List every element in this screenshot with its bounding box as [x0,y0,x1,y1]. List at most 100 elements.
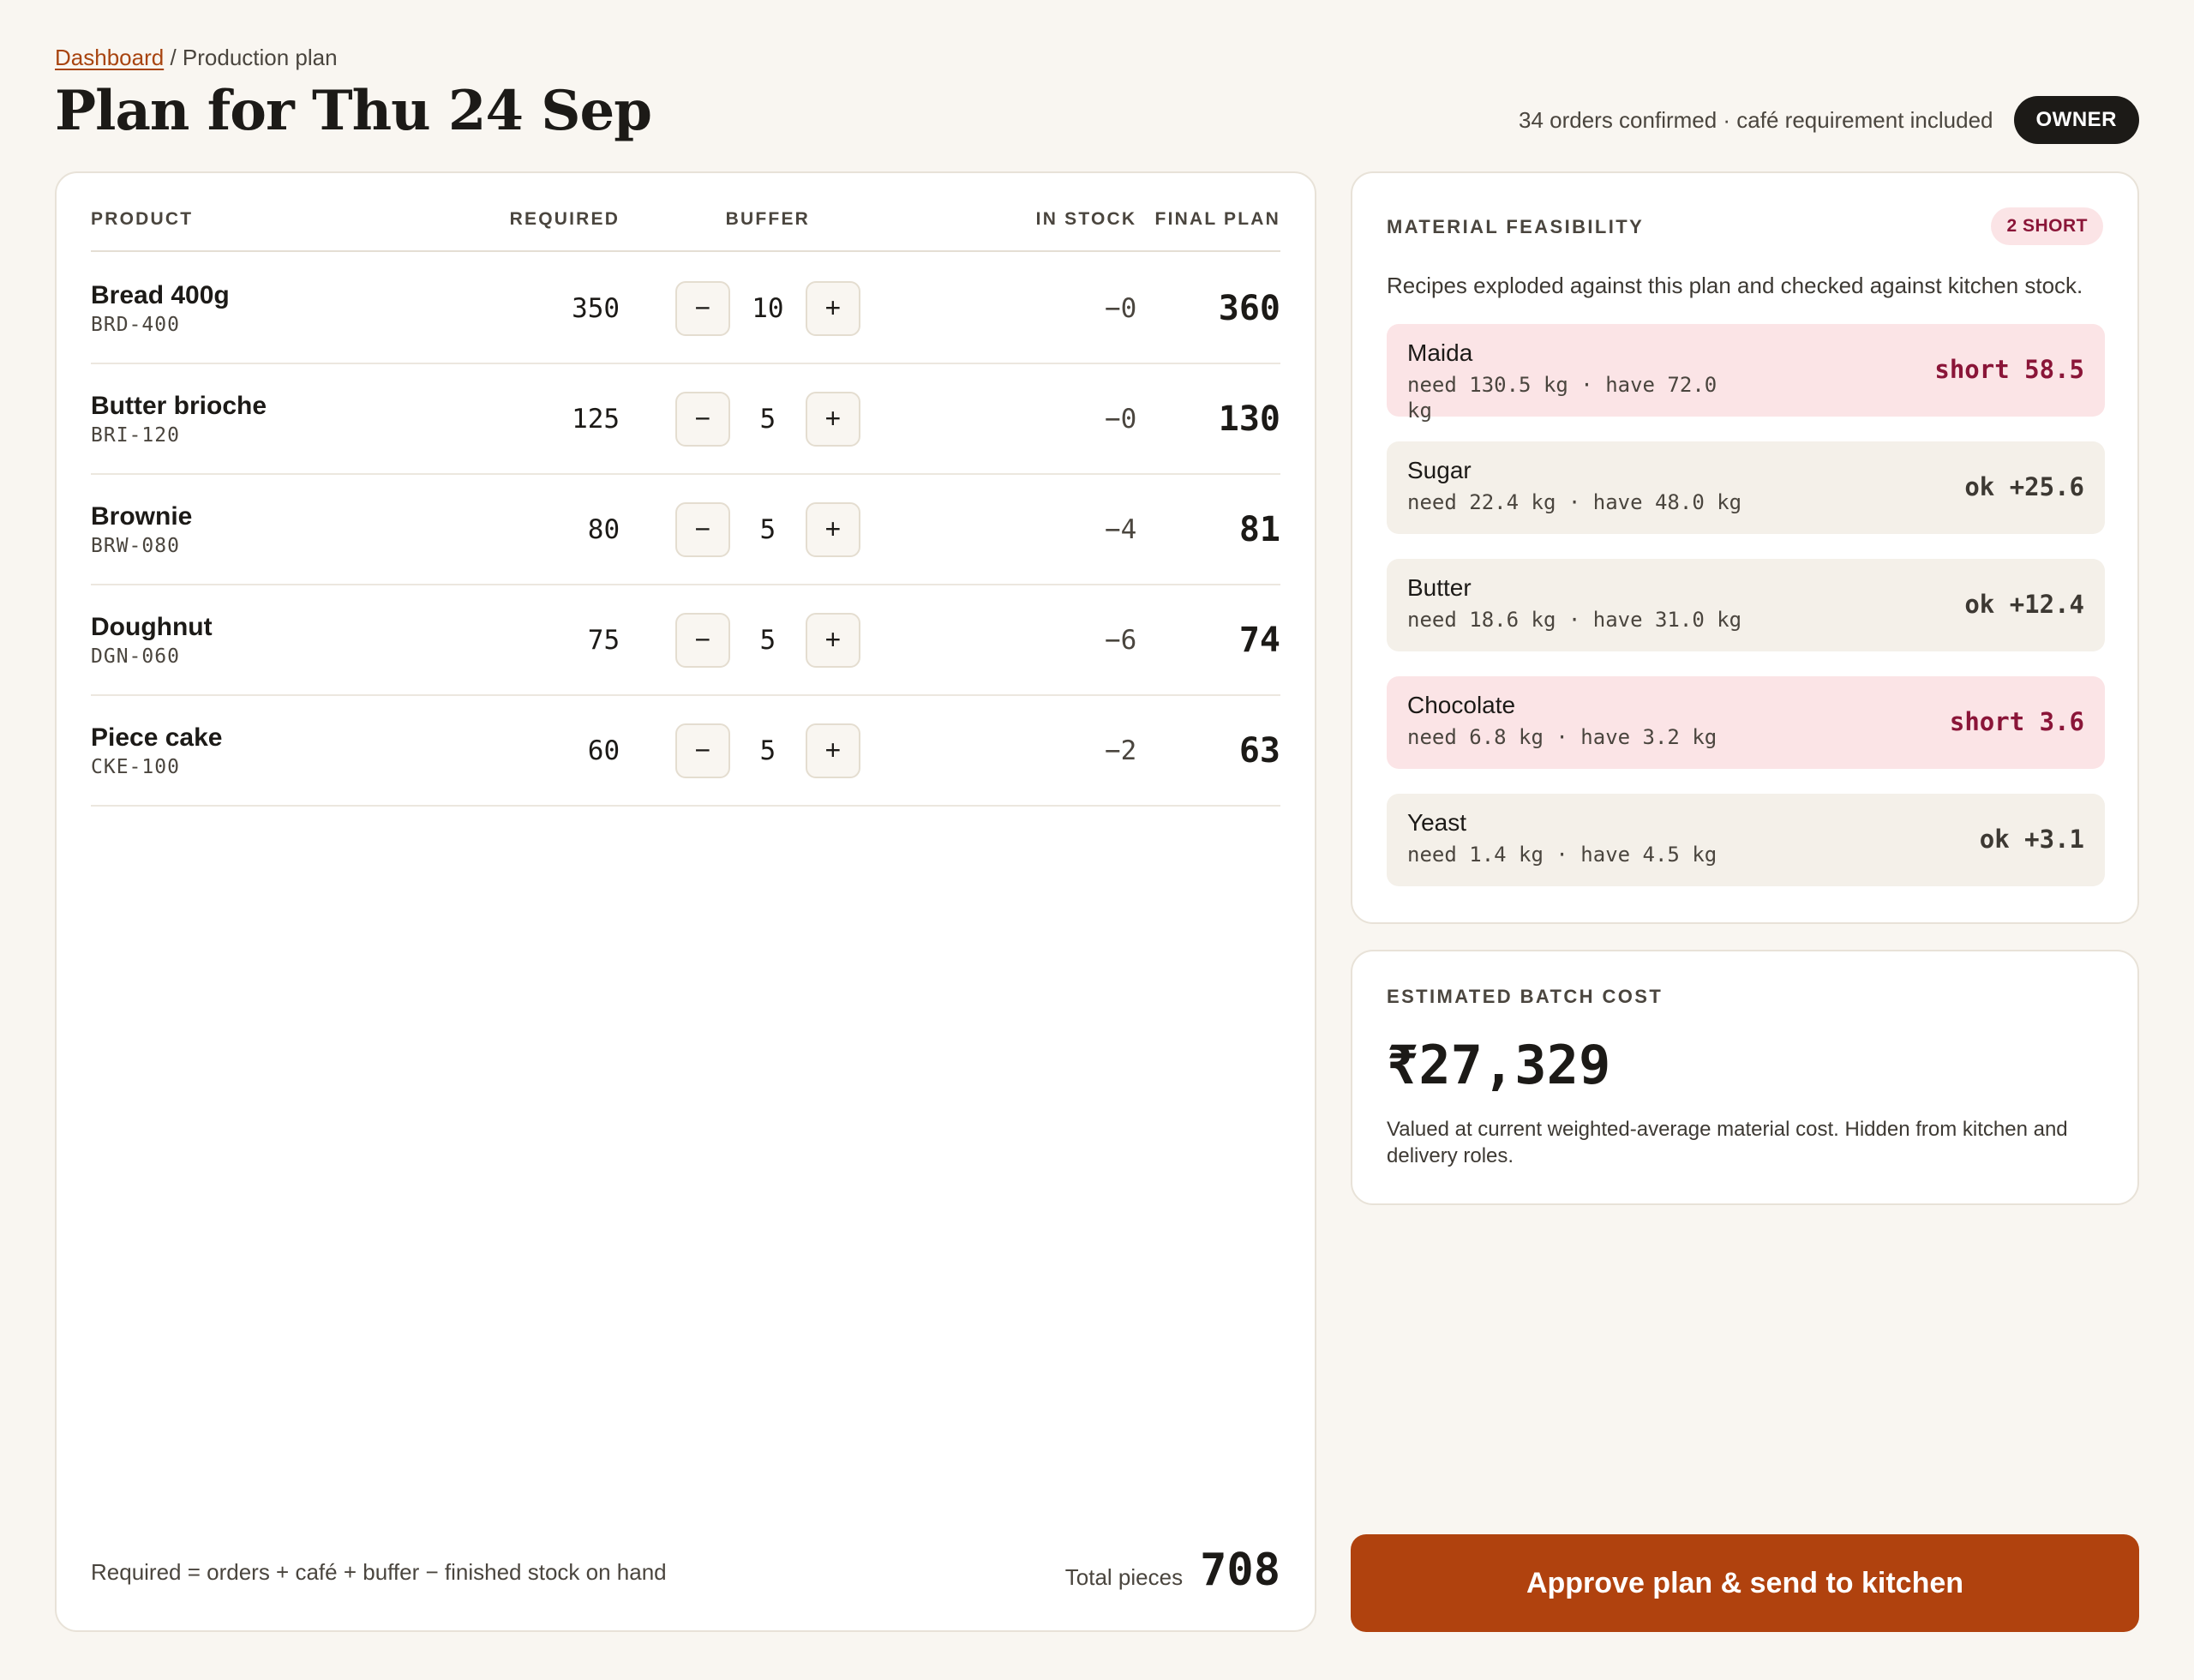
buffer-value: 5 [759,513,776,545]
material-detail: need 22.4 kg · have 48.0 kg [1407,490,1742,514]
material-status: ok +12.4 [1964,590,2084,619]
plan-table-card: PRODUCT REQUIRED BUFFER IN STOCK FINAL P… [55,171,1316,1632]
buffer-value: 5 [759,735,776,766]
table-row: Bread 400g BRD-400 350 − 10 + −0 360 [91,254,1280,364]
table-header: PRODUCT REQUIRED BUFFER IN STOCK FINAL P… [91,209,1280,252]
material-status: short 58.5 [1934,355,2084,384]
material-detail: need 6.8 kg · have 3.2 kg [1407,725,1717,749]
product-cell: Piece cake CKE-100 [91,723,467,778]
table-row: Butter brioche BRI-120 125 − 5 + −0 130 [91,364,1280,475]
material-item: Yeast need 1.4 kg · have 4.5 kg ok +3.1 [1387,794,2105,886]
buffer-stepper: − 5 + [620,723,916,778]
header-buffer: BUFFER [725,209,811,229]
buffer-decrement-button[interactable]: − [674,501,730,557]
buffer-stepper: − 10 + [620,280,916,336]
plan-meta: 34 orders confirmed · café requirement i… [1519,96,2139,144]
buffer-value: 10 [752,292,784,324]
buffer-cell: − 5 + [620,501,916,557]
product-sku: BRW-080 [91,534,180,557]
in-stock-value: −4 [1104,513,1137,545]
buffer-increment-button[interactable]: + [805,280,860,336]
final-plan-value: 63 [1238,730,1280,771]
material-name: Chocolate [1407,692,1516,718]
feasibility-title: MATERIAL FEASIBILITY [1387,216,1645,237]
final-plan-value: 130 [1218,399,1280,439]
product-cell: Bread 400g BRD-400 [91,281,467,336]
batch-cost-title: ESTIMATED BATCH COST [1387,986,1663,1007]
buffer-value: 5 [759,624,776,656]
table-row: Doughnut DGN-060 75 − 5 + −6 74 [91,585,1280,696]
required-value: 60 [587,735,620,766]
breadcrumb-dashboard-link[interactable]: Dashboard [55,45,164,70]
plan-summary: 34 orders confirmed · café requirement i… [1518,106,1993,133]
buffer-decrement-button[interactable]: − [674,391,730,447]
batch-cost-card: ESTIMATED BATCH COST ₹27,329 Valued at c… [1351,950,2139,1205]
batch-cost-note: Valued at current weighted-average mater… [1387,1118,2068,1167]
required-formula-note: Required = orders + café + buffer − fini… [91,1559,667,1585]
final-plan-value: 74 [1238,620,1280,660]
product-cell: Brownie BRW-080 [91,502,467,557]
product-name: Doughnut [91,612,213,641]
material-feasibility-card: MATERIAL FEASIBILITY 2 SHORT Recipes exp… [1351,171,2139,924]
material-status: short 3.6 [1949,707,2084,736]
product-name: Bread 400g [91,280,230,309]
buffer-decrement-button[interactable]: − [674,612,730,668]
required-value: 75 [587,624,620,656]
material-name: Butter [1407,574,1472,601]
product-sku: BRD-400 [91,313,180,336]
buffer-cell: − 5 + [620,723,916,778]
buffer-decrement-button[interactable]: − [674,723,730,778]
table-row: Brownie BRW-080 80 − 5 + −4 81 [91,475,1280,585]
material-detail: need 130.5 kg · have 72.0 kg [1407,373,1717,423]
buffer-cell: − 5 + [620,391,916,447]
page-title: Plan for Thu 24 Sep [55,79,652,143]
header-product: PRODUCT [91,209,194,229]
breadcrumb: Dashboard / Production plan [55,45,338,71]
total-pieces-label: Total pieces [1064,1564,1184,1590]
product-name: Brownie [91,501,193,531]
material-name: Yeast [1407,809,1467,836]
buffer-increment-button[interactable]: + [805,501,860,557]
buffer-stepper: − 5 + [620,391,916,447]
material-detail: need 1.4 kg · have 4.5 kg [1407,843,1717,867]
buffer-stepper: − 5 + [620,501,916,557]
required-value: 80 [587,513,620,545]
product-name: Butter brioche [91,391,267,420]
in-stock-value: −0 [1104,403,1137,435]
product-sku: DGN-060 [91,645,180,668]
material-status: ok +3.1 [1979,825,2084,854]
table-row: Piece cake CKE-100 60 − 5 + −2 63 [91,696,1280,807]
material-status: ok +25.6 [1964,472,2084,501]
required-value: 350 [572,292,620,324]
buffer-cell: − 5 + [620,612,916,668]
required-value: 125 [572,403,620,435]
material-item: Sugar need 22.4 kg · have 48.0 kg ok +25… [1387,441,2105,534]
breadcrumb-current: Production plan [182,45,338,70]
product-name: Piece cake [91,723,223,752]
short-count-badge: 2 SHORT [1991,207,2103,245]
total-pieces: Total pieces 708 [1065,1545,1280,1596]
material-detail: need 18.6 kg · have 31.0 kg [1407,608,1742,632]
material-item: Chocolate need 6.8 kg · have 3.2 kg shor… [1387,676,2105,769]
final-plan-value: 81 [1238,509,1280,549]
buffer-stepper: − 5 + [620,612,916,668]
breadcrumb-separator: / [170,45,177,70]
in-stock-value: −2 [1104,735,1137,766]
in-stock-value: −0 [1104,292,1137,324]
batch-cost-value: ₹27,329 [1387,1034,1611,1096]
header-required: REQUIRED [509,209,620,229]
material-item: Maida need 130.5 kg · have 72.0 kg short… [1387,324,2105,423]
buffer-value: 5 [759,403,776,435]
total-pieces-value: 708 [1200,1545,1280,1596]
material-name: Sugar [1407,457,1472,483]
product-sku: BRI-120 [91,423,180,447]
approve-plan-button[interactable]: Approve plan & send to kitchen [1351,1534,2139,1632]
in-stock-value: −6 [1104,624,1137,656]
buffer-increment-button[interactable]: + [805,723,860,778]
buffer-increment-button[interactable]: + [805,391,860,447]
buffer-decrement-button[interactable]: − [674,280,730,336]
header-in-stock: IN STOCK [1035,209,1137,229]
buffer-increment-button[interactable]: + [805,612,860,668]
product-cell: Butter brioche BRI-120 [91,392,467,447]
buffer-cell: − 10 + [620,280,916,336]
